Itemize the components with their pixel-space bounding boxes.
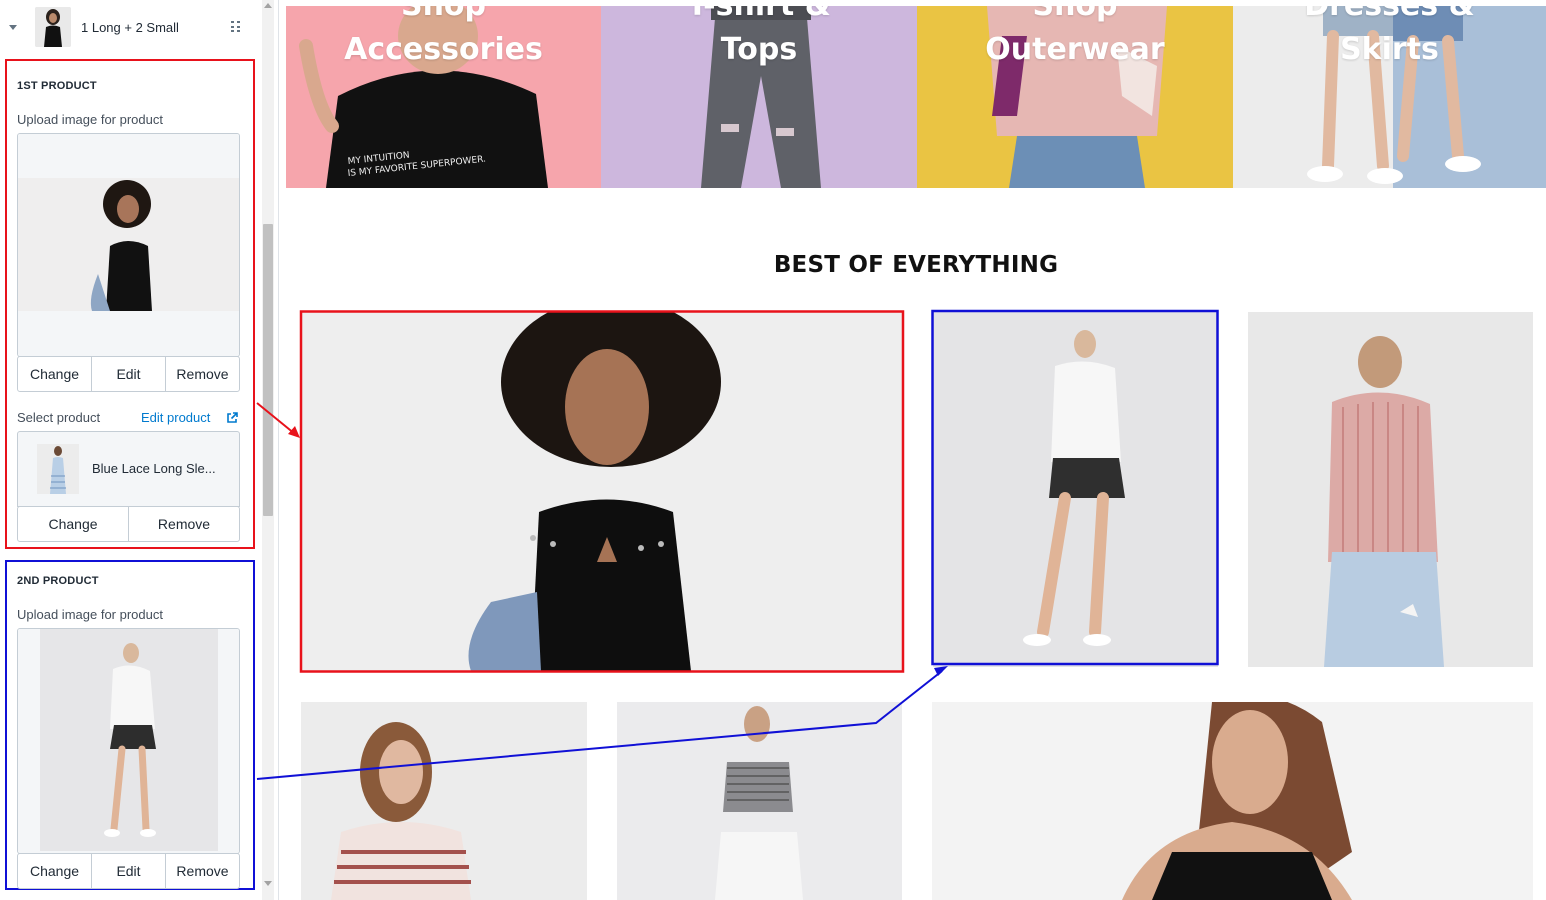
product-tile-small-4[interactable]: [617, 702, 902, 900]
storefront-preview: MY INTUITION IS MY FAVORITE SUPERPOWER. …: [286, 0, 1546, 900]
product-tile-small-2[interactable]: [1248, 312, 1533, 667]
image-actions: Change Edit Remove: [17, 356, 240, 392]
change-image-button[interactable]: Change: [18, 854, 91, 888]
product-image: [1248, 312, 1533, 667]
second-product-section: 2ND PRODUCT Upload image for product Cha…: [5, 560, 255, 890]
external-link-icon[interactable]: [226, 412, 238, 424]
upload-label: Upload image for product: [17, 112, 163, 127]
product-image: [933, 312, 1218, 667]
image-actions: Change Edit Remove: [17, 853, 240, 889]
change-product-button[interactable]: Change: [18, 507, 128, 541]
product-tile-long[interactable]: [301, 312, 903, 671]
product-tile-small-1[interactable]: [933, 312, 1218, 667]
product-name: Blue Lace Long Sle...: [92, 461, 216, 476]
scroll-down-arrow-icon[interactable]: [264, 881, 272, 886]
scrollbar-thumb[interactable]: [263, 224, 273, 516]
category-tile-tops[interactable]: T-shirt & Tops: [601, 6, 917, 188]
editor-sidebar: 1 Long + 2 Small 1ST PRODUCT Upload imag…: [0, 0, 279, 900]
product-tile-small-3[interactable]: [301, 702, 587, 900]
product-image: [617, 702, 902, 900]
product-image: [301, 702, 587, 900]
category-tile-outerwear[interactable]: Shop Outerwear: [917, 6, 1233, 188]
select-product-label: Select product: [17, 410, 101, 425]
category-tile-accessories[interactable]: MY INTUITION IS MY FAVORITE SUPERPOWER. …: [286, 6, 601, 188]
product-image: [932, 702, 1533, 900]
product-tile-long-2[interactable]: [932, 702, 1533, 900]
edit-product-link[interactable]: Edit product: [141, 410, 210, 425]
product-image-preview[interactable]: [17, 133, 240, 357]
block-thumbnail: [35, 7, 71, 47]
product-actions: Change Remove: [17, 506, 240, 542]
remove-image-button[interactable]: Remove: [165, 357, 239, 391]
product-thumbnail: [37, 444, 79, 494]
change-image-button[interactable]: Change: [18, 357, 91, 391]
section-heading: BEST OF EVERYTHING: [773, 252, 1059, 278]
category-tile-dresses[interactable]: Dresses & Skirts: [1233, 6, 1546, 188]
section-title: 1ST PRODUCT: [17, 80, 97, 92]
upload-label: Upload image for product: [17, 607, 163, 622]
section-title: 2ND PRODUCT: [17, 575, 99, 587]
remove-image-button[interactable]: Remove: [165, 854, 239, 888]
block-title: 1 Long + 2 Small: [81, 19, 179, 35]
product-image: [301, 312, 903, 671]
remove-product-button[interactable]: Remove: [128, 507, 239, 541]
category-label: T-shirt & Tops: [687, 6, 831, 67]
category-label: Dresses & Skirts: [1304, 6, 1475, 67]
block-header[interactable]: 1 Long + 2 Small: [0, 0, 258, 54]
first-product-section: 1ST PRODUCT Upload image for product Cha…: [5, 59, 255, 549]
edit-image-button[interactable]: Edit: [91, 357, 165, 391]
selected-product-card[interactable]: Blue Lace Long Sle...: [17, 431, 240, 507]
scroll-up-arrow-icon[interactable]: [264, 3, 272, 8]
collapse-caret-icon[interactable]: [9, 24, 17, 30]
drag-handle-icon[interactable]: [231, 21, 240, 33]
category-label: Shop Outerwear: [985, 6, 1165, 67]
edit-image-button[interactable]: Edit: [91, 854, 165, 888]
category-label: Shop Accessories: [344, 6, 543, 67]
product-image-preview[interactable]: [17, 628, 240, 854]
